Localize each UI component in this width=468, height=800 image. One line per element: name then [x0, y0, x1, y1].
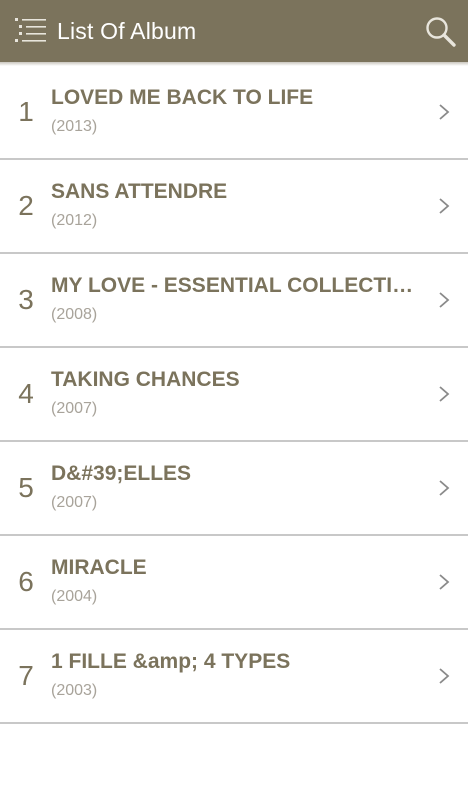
album-list-screen: List Of Album 1 LOVED ME BACK TO LIFE (2…: [0, 0, 468, 800]
album-number: 4: [18, 378, 34, 409]
chevron-right-icon: [439, 198, 450, 214]
album-number: 2: [18, 190, 34, 221]
album-year: (2004): [51, 588, 98, 605]
album-title: SANS ATTENDRE: [51, 180, 228, 203]
album-title: LOVED ME BACK TO LIFE: [51, 86, 314, 109]
album-row[interactable]: 3 MY LOVE - ESSENTIAL COLLECTION (2008): [0, 254, 468, 348]
album-year: (2012): [51, 212, 98, 229]
album-row[interactable]: 4 TAKING CHANCES (2007): [0, 348, 468, 442]
album-row[interactable]: 7 1 FILLE &amp; 4 TYPES (2003): [0, 630, 468, 724]
album-year: (2008): [51, 306, 98, 323]
chevron-right-icon: [439, 292, 450, 308]
album-row[interactable]: 2 SANS ATTENDRE (2012): [0, 160, 468, 254]
album-number: 5: [18, 472, 34, 503]
album-title: MY LOVE - ESSENTIAL COLLECTION: [51, 274, 423, 297]
page-title: List Of Album: [57, 18, 197, 44]
album-number: 1: [18, 96, 34, 127]
chevron-right-icon: [439, 104, 450, 120]
chevron-right-icon: [439, 386, 450, 402]
album-number: 3: [18, 284, 34, 315]
album-title: D&#39;ELLES: [51, 462, 192, 485]
album-title: 1 FILLE &amp; 4 TYPES: [51, 650, 291, 673]
album-list: 1 LOVED ME BACK TO LIFE (2013) 2 SANS AT…: [0, 66, 468, 724]
search-icon[interactable]: [423, 14, 459, 50]
album-row[interactable]: 6 MIRACLE (2004): [0, 536, 468, 630]
album-number: 7: [18, 660, 34, 691]
album-year: (2013): [51, 118, 98, 135]
list-menu-icon[interactable]: [14, 16, 48, 46]
album-title: TAKING CHANCES: [51, 368, 240, 391]
chevron-right-icon: [439, 574, 450, 590]
album-number: 6: [18, 566, 34, 597]
album-year: (2007): [51, 400, 98, 417]
chevron-right-icon: [439, 480, 450, 496]
album-year: (2003): [51, 682, 98, 699]
album-row[interactable]: 1 LOVED ME BACK TO LIFE (2013): [0, 66, 468, 160]
top-app-bar: List Of Album: [0, 0, 468, 62]
album-row[interactable]: 5 D&#39;ELLES (2007): [0, 442, 468, 536]
album-year: (2007): [51, 494, 98, 511]
album-title: MIRACLE: [51, 556, 147, 579]
chevron-right-icon: [439, 668, 450, 684]
